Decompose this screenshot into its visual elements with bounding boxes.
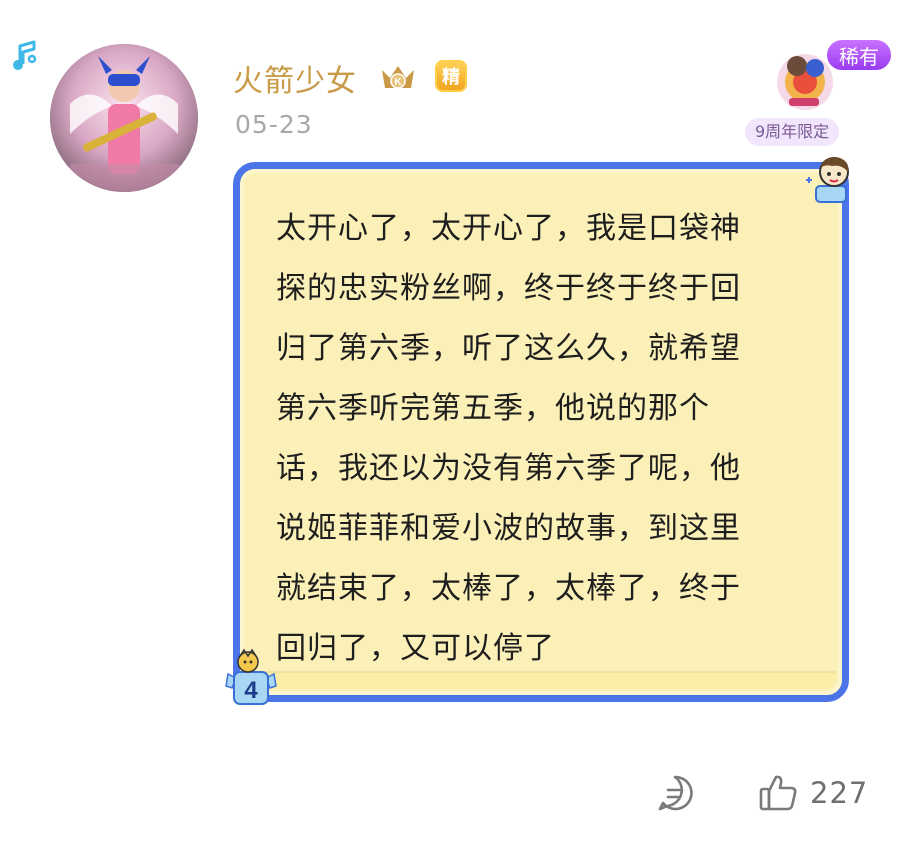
rare-tag: 稀有 bbox=[825, 38, 893, 72]
elite-badge: 精 bbox=[435, 60, 467, 92]
anniversary-label: 9周年限定 bbox=[745, 118, 840, 146]
comment-bubble[interactable]: 太开心了，太开心了，我是口袋神 探的忠实粉丝啊，终于终于终于回 归了第六季，听了… bbox=[233, 162, 849, 702]
svg-text:4: 4 bbox=[244, 677, 258, 704]
username[interactable]: 火箭少女 bbox=[233, 56, 357, 100]
number-four-sticker-icon: 4 bbox=[225, 648, 277, 705]
thumbs-up-icon[interactable] bbox=[758, 772, 798, 812]
comment-text: 太开心了，太开心了，我是口袋神 探的忠实粉丝啊，终于终于终于回 归了第六季，听了… bbox=[276, 211, 741, 666]
cartoon-sticker-icon bbox=[806, 157, 849, 203]
timestamp: 05-23 bbox=[235, 110, 313, 139]
rare-badge[interactable]: 稀有 9周年限定 bbox=[745, 38, 893, 148]
comment-icon[interactable] bbox=[656, 774, 694, 812]
crown-icon: K bbox=[382, 66, 414, 89]
avatar[interactable] bbox=[50, 44, 198, 192]
like-count: 227 bbox=[810, 776, 869, 810]
level-badge: K bbox=[394, 77, 402, 88]
music-note-icon[interactable] bbox=[10, 40, 40, 74]
